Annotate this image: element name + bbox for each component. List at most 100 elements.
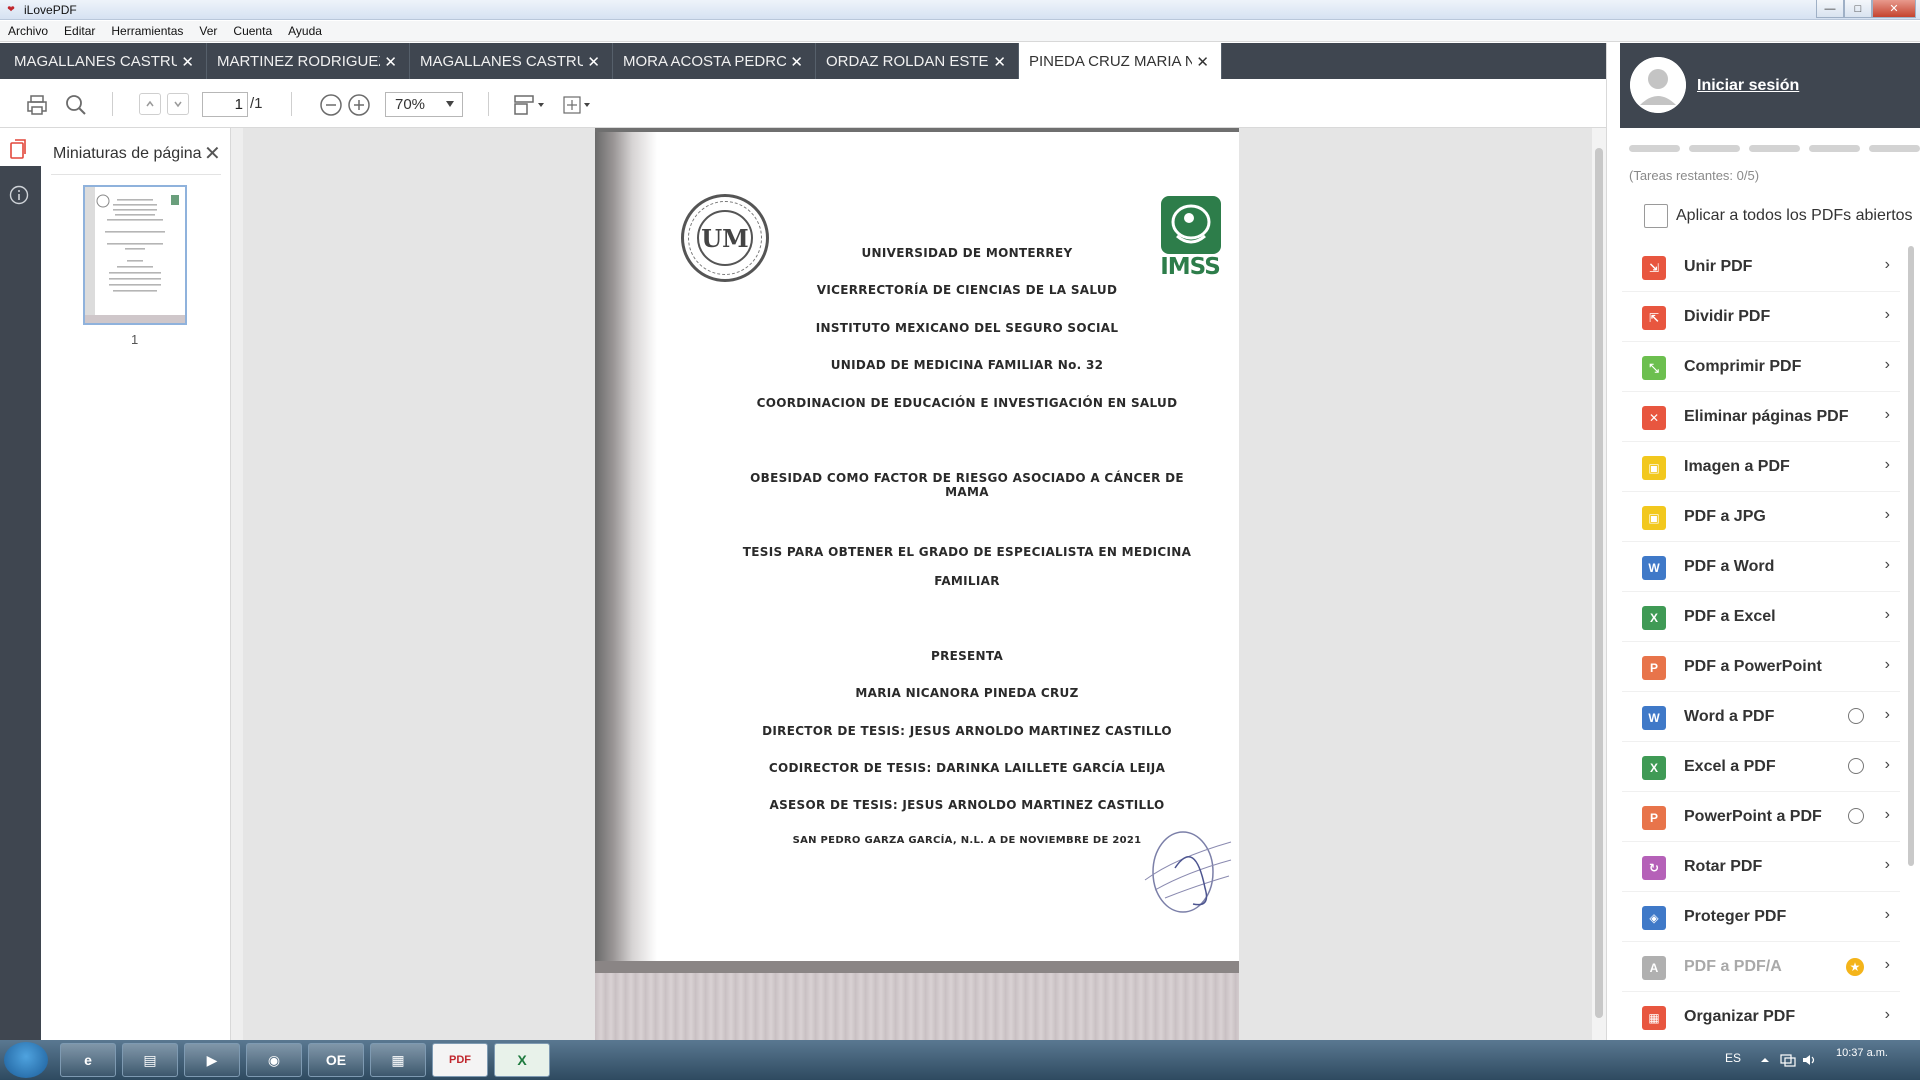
tool-word-a-pdf[interactable]: W Word a PDF ›	[1622, 692, 1900, 742]
tool-pdf-a-excel[interactable]: X PDF a Excel ›	[1622, 592, 1900, 642]
menu-herramientas[interactable]: Herramientas	[111, 24, 183, 38]
taskbar-app-ilovepdf[interactable]: PDF	[432, 1043, 488, 1077]
left-tool-rail	[0, 128, 41, 1040]
tool-proteger-pdf[interactable]: ◈ Proteger PDF ›	[1622, 892, 1900, 942]
language-indicator[interactable]: ES	[1725, 1051, 1741, 1065]
viewer-scrollbar[interactable]	[1592, 128, 1606, 1040]
chevron-right-icon: ›	[1884, 256, 1890, 273]
document-tab[interactable]: ORDAZ ROLDAN ESTEI ✕	[816, 43, 1019, 79]
tool-label: Dividir PDF	[1684, 308, 1771, 325]
tool-dividir-pdf[interactable]: ⇱ Dividir PDF ›	[1622, 292, 1900, 342]
zoom-out-icon[interactable]	[318, 92, 344, 118]
apply-all-option[interactable]: Aplicar a todos los PDFs abiertos	[1644, 204, 1913, 228]
window-controls: — □ ✕	[1816, 0, 1916, 18]
tool-icon: ▣	[1642, 506, 1666, 530]
tool-icon: X	[1642, 756, 1666, 780]
tool-icon: ↻	[1642, 856, 1666, 880]
apply-all-label: Aplicar a todos los PDFs abiertos	[1676, 207, 1913, 224]
menu-ayuda[interactable]: Ayuda	[288, 24, 322, 38]
tool-icon: A	[1642, 956, 1666, 980]
tool-pdf-a-jpg[interactable]: ▣ PDF a JPG ›	[1622, 492, 1900, 542]
tool-rotar-pdf[interactable]: ↻ Rotar PDF ›	[1622, 842, 1900, 892]
document-tab[interactable]: MARTINEZ RODRIGUEZ ✕	[207, 43, 410, 79]
maximize-button[interactable]: □	[1844, 0, 1872, 18]
panel-splitter[interactable]	[231, 128, 243, 1040]
close-tab-icon[interactable]: ✕	[384, 53, 397, 71]
thumbnail-page-number: 1	[131, 332, 139, 347]
network-icon[interactable]	[1779, 1052, 1797, 1068]
close-tab-icon[interactable]: ✕	[1196, 53, 1209, 71]
tools-scrollbar[interactable]	[1906, 242, 1916, 870]
tab-label: MARTINEZ RODRIGUEZ	[217, 52, 380, 70]
taskbar-app-chrome[interactable]: ◉	[246, 1043, 302, 1077]
print-icon[interactable]	[24, 92, 50, 118]
taskbar-app-archive[interactable]: ▦	[370, 1043, 426, 1077]
volume-icon[interactable]	[1801, 1052, 1819, 1068]
close-tab-icon[interactable]: ✕	[993, 53, 1006, 71]
close-tab-icon[interactable]: ✕	[181, 53, 194, 71]
show-hidden-icons-icon[interactable]	[1757, 1052, 1773, 1068]
globe-icon	[1848, 758, 1864, 774]
info-icon[interactable]	[7, 183, 31, 207]
tool-icon: ⤡	[1642, 356, 1666, 380]
avatar[interactable]	[1630, 57, 1686, 113]
tool-powerpoint-a-pdf[interactable]: P PowerPoint a PDF ›	[1622, 792, 1900, 842]
page-number-input[interactable]	[202, 92, 248, 117]
menu-ver[interactable]: Ver	[199, 24, 217, 38]
taskbar-app-browser[interactable]: e	[60, 1043, 116, 1077]
menu-editar[interactable]: Editar	[64, 24, 95, 38]
tool-organizar-pdf[interactable]: ▦ Organizar PDF ›	[1622, 992, 1900, 1042]
imss-logo: IMSS	[1155, 196, 1225, 282]
system-clock[interactable]: 10:37 a.m.	[1836, 1046, 1888, 1060]
chevron-right-icon: ›	[1884, 356, 1890, 373]
close-panel-icon[interactable]: ✕	[204, 141, 221, 166]
tool-imagen-a-pdf[interactable]: ▣ Imagen a PDF ›	[1622, 442, 1900, 492]
minimize-button[interactable]: —	[1816, 0, 1844, 18]
chevron-right-icon: ›	[1884, 856, 1890, 873]
page-layout-icon[interactable]	[512, 92, 548, 118]
close-tab-icon[interactable]: ✕	[790, 53, 803, 71]
menu-cuenta[interactable]: Cuenta	[233, 24, 272, 38]
tool-eliminar-páginas-pdf[interactable]: ✕ Eliminar páginas PDF ›	[1622, 392, 1900, 442]
start-button[interactable]	[4, 1042, 48, 1078]
app-logo-icon: ❤	[7, 4, 15, 14]
apply-all-checkbox[interactable]	[1644, 204, 1668, 228]
tool-pdf-a-powerpoint[interactable]: P PDF a PowerPoint ›	[1622, 642, 1900, 692]
tool-pdf-a-pdf-a[interactable]: A PDF a PDF/A ★ ›	[1622, 942, 1900, 992]
thumbnails-icon[interactable]	[7, 137, 31, 161]
zoom-select[interactable]: 70%	[385, 92, 463, 117]
tab-label: MAGALLANES CASTRU	[420, 52, 583, 70]
tool-icon: W	[1642, 706, 1666, 730]
page-thumbnail[interactable]	[83, 185, 187, 325]
document-tab[interactable]: MORA ACOSTA PEDRC ✕	[613, 43, 816, 79]
taskbar-app-office[interactable]: OE	[308, 1043, 364, 1077]
globe-icon	[1848, 708, 1864, 724]
previous-page-icon[interactable]	[139, 93, 161, 115]
taskbar-app-excel[interactable]: X	[494, 1043, 550, 1077]
fit-page-icon[interactable]	[560, 92, 596, 118]
document-tab[interactable]: MAGALLANES CASTRU ✕	[410, 43, 613, 79]
close-window-button[interactable]: ✕	[1872, 0, 1916, 18]
chevron-down-icon	[446, 101, 454, 107]
tool-excel-a-pdf[interactable]: X Excel a PDF ›	[1622, 742, 1900, 792]
document-viewer[interactable]: UM IMSS UNIVERSIDAD DE MONTERREY VICERRE…	[243, 128, 1592, 1040]
tool-pdf-a-word[interactable]: W PDF a Word ›	[1622, 542, 1900, 592]
next-page-icon[interactable]	[167, 93, 189, 115]
tool-label: Comprimir PDF	[1684, 358, 1802, 375]
close-tab-icon[interactable]: ✕	[587, 53, 600, 71]
search-icon[interactable]	[63, 92, 89, 118]
zoom-in-icon[interactable]	[346, 92, 372, 118]
taskbar-app-explorer[interactable]: ▤	[122, 1043, 178, 1077]
taskbar-app-media[interactable]: ▶	[184, 1043, 240, 1077]
menu-archivo[interactable]: Archivo	[8, 24, 48, 38]
document-tab-active[interactable]: PINEDA CRUZ MARIA N ✕	[1019, 43, 1222, 79]
login-link[interactable]: Iniciar sesión	[1697, 77, 1799, 95]
tool-comprimir-pdf[interactable]: ⤡ Comprimir PDF ›	[1622, 342, 1900, 392]
scan-shadow	[595, 128, 657, 1040]
tool-icon: ▣	[1642, 456, 1666, 480]
tool-icon: P	[1642, 656, 1666, 680]
document-tab[interactable]: MAGALLANES CASTRU ✕	[4, 43, 207, 79]
tool-unir-pdf[interactable]: ⇲ Unir PDF ›	[1622, 242, 1900, 292]
tab-label: MAGALLANES CASTRU	[14, 52, 177, 70]
doc-codirector: CODIRECTOR DE TESIS: DARINKA LAILLETE GA…	[768, 761, 1166, 775]
